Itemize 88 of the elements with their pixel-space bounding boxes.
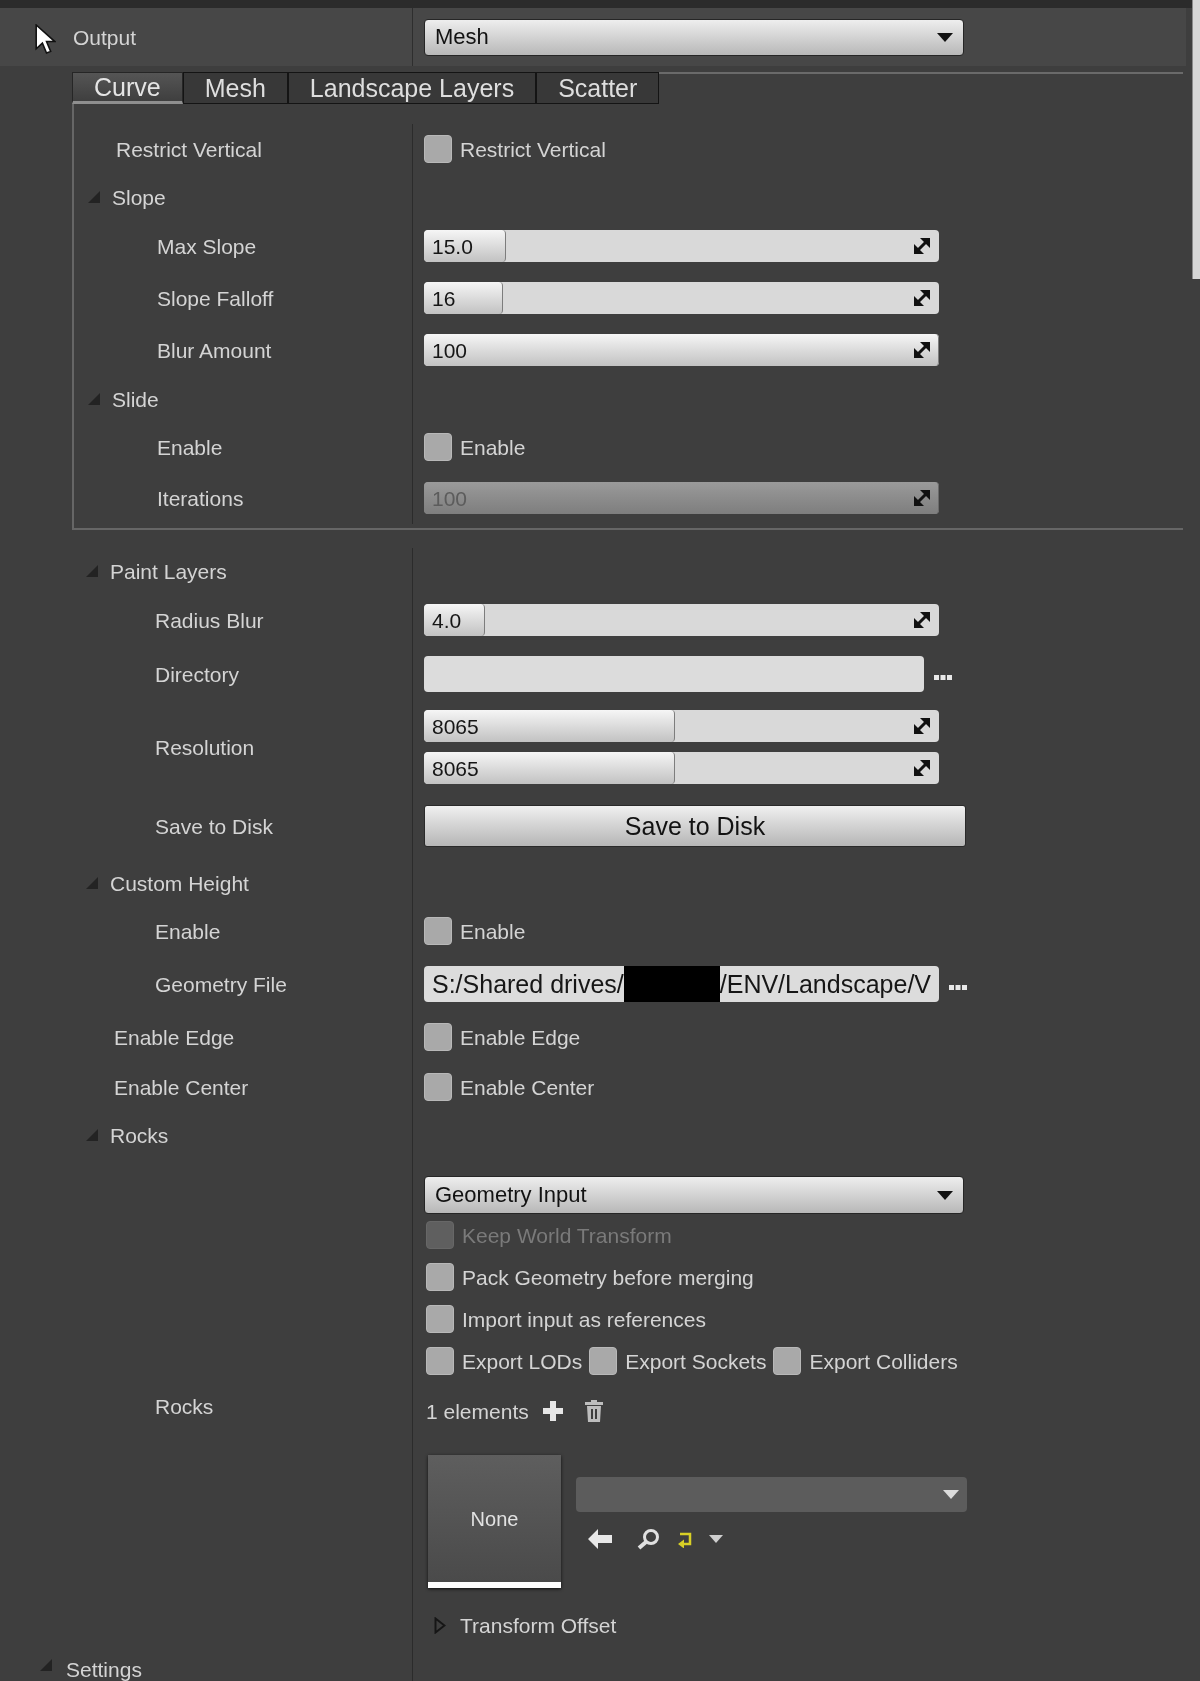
tab[interactable]: Landscape Layers [287,72,537,104]
plus-icon[interactable] [542,1401,563,1421]
diagonal-arrows-icon [914,342,930,358]
expand-triangle-icon[interactable] [88,393,100,405]
property-label: Restrict Vertical [116,138,262,160]
expand-triangle-icon[interactable] [40,1659,52,1671]
number-slider[interactable]: 8065 [424,710,939,742]
checkbox-label[interactable]: Restrict Vertical [460,138,606,160]
number-slider[interactable]: 8065 [424,752,939,784]
tab[interactable]: Curve [72,72,183,104]
dropdown[interactable]: Mesh [424,18,964,56]
property-label: Blur Amount [157,339,272,361]
checkbox-label[interactable]: Export Sockets [625,1350,767,1372]
checkbox[interactable] [426,1305,454,1333]
group-label[interactable]: Rocks [110,1124,169,1146]
search-icon[interactable] [637,1528,661,1550]
path-field[interactable] [424,656,924,692]
caret-icon [937,1190,953,1200]
number-slider[interactable]: 16 [424,282,939,314]
checkbox-label[interactable]: Pack Geometry before merging [462,1266,754,1288]
property-label: Geometry File [155,973,287,995]
asset-thumbnail[interactable]: None [428,1455,561,1588]
checkbox[interactable] [773,1347,802,1375]
property-label: Resolution [155,736,255,758]
number-slider[interactable]: 15.0 [424,230,939,262]
ellipsis-icon[interactable] [934,674,952,680]
group-label[interactable]: Slide [112,388,159,410]
group-label[interactable]: Slope [112,186,166,208]
tab[interactable]: Mesh [182,72,288,104]
property-label: Rocks [155,1395,214,1417]
group-label[interactable]: Paint Layers [110,560,227,582]
dropdown[interactable]: Geometry Input [424,1176,964,1214]
diagonal-arrows-icon [914,238,930,254]
return-arrow-icon[interactable] [677,1530,693,1548]
save-button[interactable]: Save to Disk [424,805,966,847]
checkbox[interactable] [424,135,452,163]
ellipsis-icon[interactable] [949,984,967,990]
checkbox[interactable] [424,917,452,945]
property-label: Save to Disk [155,815,273,837]
group-label[interactable]: Custom Height [110,872,249,894]
checkbox[interactable] [424,1073,452,1101]
element-count: 1 elements [426,1400,529,1422]
cursor-icon [35,24,56,55]
expand-triangle-icon[interactable] [86,565,98,577]
diagonal-arrows-icon [914,718,930,734]
property-label: Output [73,26,137,48]
diagonal-arrows-icon [914,612,930,628]
diagonal-arrows-icon [914,760,930,776]
property-label: Enable [155,920,221,942]
trash-icon[interactable] [584,1400,603,1422]
property-label: Enable Center [114,1076,249,1098]
property-label: Enable Edge [114,1026,235,1048]
caret-icon [937,32,953,42]
tab[interactable]: Scatter [536,72,660,104]
group-label[interactable]: Transform Offset [460,1614,617,1636]
number-slider[interactable]: 4.0 [424,604,939,636]
checkbox-label[interactable]: Export Colliders [809,1350,958,1372]
diagonal-arrows-icon [914,490,930,506]
property-label: Iterations [157,487,244,509]
property-label: Directory [155,663,239,685]
checkbox-label[interactable]: Enable [460,436,526,458]
path-field[interactable]: S:/Shared drives/ /ENV/Landscape/V [424,966,939,1002]
checkbox[interactable] [424,1023,452,1051]
checkbox-label[interactable]: Enable Edge [460,1026,581,1048]
left-arrow-icon[interactable] [588,1529,612,1549]
property-label: Enable [157,436,223,458]
group-label[interactable]: Settings [66,1659,142,1680]
property-label: Radius Blur [155,609,264,631]
number-slider[interactable]: 100 [424,334,939,366]
expand-triangle-icon[interactable] [86,1129,98,1141]
checkbox-label[interactable]: Export LODs [462,1350,583,1372]
scrollbar-thumb[interactable] [1192,0,1200,279]
checkbox[interactable] [426,1263,454,1291]
caret-icon[interactable] [709,1535,723,1543]
caret-icon [943,1490,959,1499]
checkbox-label[interactable]: Import input as references [462,1308,706,1330]
checkbox-label[interactable]: Enable Center [460,1076,595,1098]
checkbox[interactable] [426,1347,454,1375]
checkbox-label[interactable]: Enable [460,920,526,942]
diagonal-arrows-icon [914,290,930,306]
checkbox[interactable] [589,1347,618,1375]
expand-triangle-icon[interactable] [86,877,98,889]
checkbox[interactable] [424,433,452,461]
property-label: Max Slope [157,235,257,257]
expand-triangle-icon[interactable] [88,191,100,203]
asset-dropdown[interactable] [576,1477,967,1512]
collapse-triangle-icon[interactable] [434,1616,446,1634]
property-label: Slope Falloff [157,287,274,309]
